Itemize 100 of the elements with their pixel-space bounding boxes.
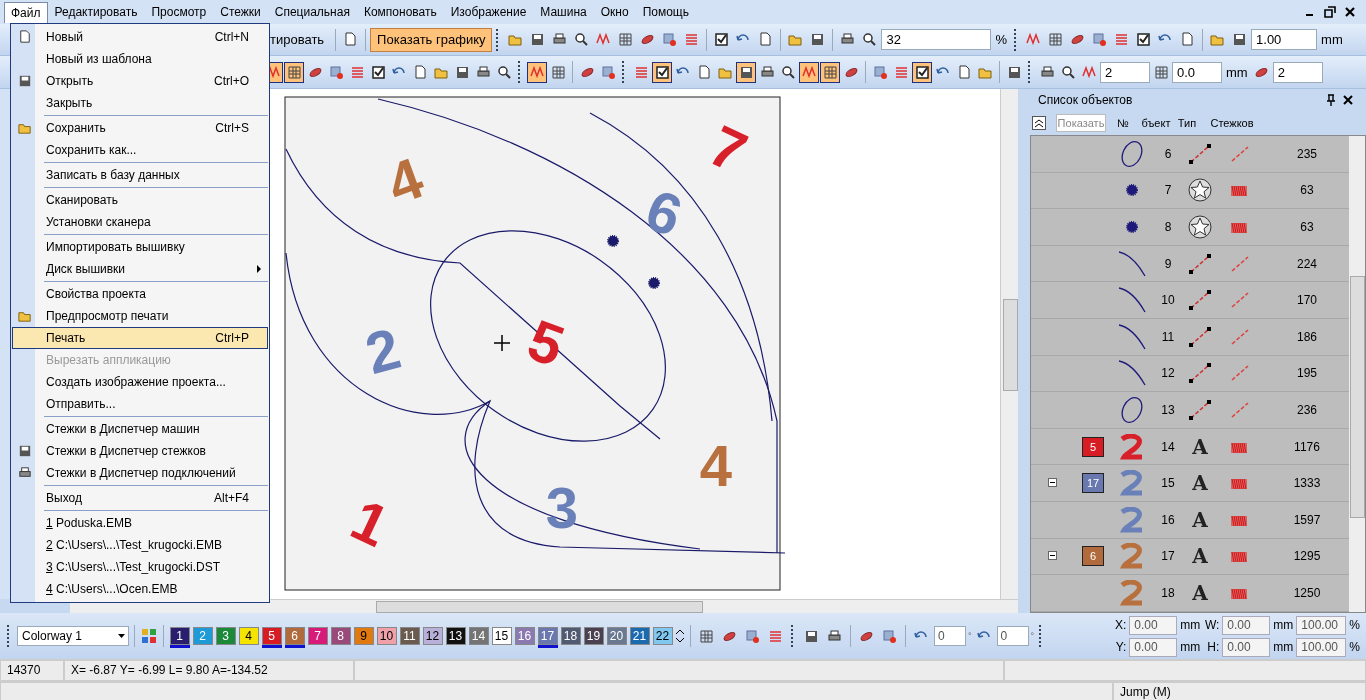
color-chip: 6 <box>1082 546 1104 567</box>
menu-item[interactable]: Записать в базу данных <box>12 164 268 186</box>
column-header[interactable]: бъект <box>1140 117 1172 129</box>
column-header[interactable]: № <box>1106 117 1140 129</box>
color-swatch[interactable]: 7 <box>307 627 328 645</box>
zigzag-icon[interactable] <box>799 61 819 83</box>
running-stitch-icon <box>1230 400 1250 419</box>
menu-item[interactable]: Сохранить Ctrl+S <box>12 117 268 139</box>
menu-item[interactable]: Выход Alt+F4 <box>12 487 268 509</box>
menu-item[interactable]: Окно <box>593 1 636 23</box>
angle-field[interactable]: 0 <box>934 626 966 646</box>
horizontal-scrollbar[interactable] <box>70 599 1018 613</box>
color-swatch[interactable]: 11 <box>399 627 420 645</box>
color-swatch[interactable]: 16 <box>514 627 535 645</box>
color-swatch[interactable]: 17 <box>537 627 558 645</box>
column-header[interactable]: Тип <box>1172 117 1202 129</box>
menu-item[interactable]: Стежки в Диспетчер подключений <box>12 462 268 484</box>
dropdown-caret-icon[interactable] <box>117 633 126 639</box>
toolbar-button[interactable]: Показать графику <box>370 27 493 52</box>
menu-item[interactable]: 3 C:\Users\...\Test_krugocki.DST <box>12 556 268 578</box>
color-swatch[interactable]: 18 <box>560 627 581 645</box>
menu-item[interactable]: Редактировать <box>47 1 145 23</box>
grid-icon[interactable] <box>284 61 304 83</box>
color-swatch[interactable]: 6 <box>284 627 305 645</box>
menu-item[interactable]: Просмотр <box>144 1 214 23</box>
object-number: 15 <box>1161 476 1175 491</box>
menu-item[interactable]: Создать изображение проекта... <box>12 371 268 393</box>
menu-item[interactable]: Диск вышивки <box>12 258 268 280</box>
scale-field[interactable]: 100.00 <box>1296 615 1347 635</box>
menu-item[interactable]: Специальная <box>267 1 357 23</box>
color-swatch[interactable]: 12 <box>422 627 443 645</box>
color-swatch[interactable]: 8 <box>330 627 351 645</box>
close-icon[interactable] <box>1342 94 1354 106</box>
color-swatch[interactable]: 5 <box>261 627 282 645</box>
menu-item[interactable]: Стежки в Диспетчер машин <box>12 418 268 440</box>
crosshair-cursor-icon <box>492 334 511 352</box>
checkbox-icon[interactable] <box>652 61 672 83</box>
zigzag-icon[interactable] <box>527 61 547 83</box>
color-swatch[interactable]: 1 <box>169 627 190 645</box>
spinner-icon[interactable] <box>675 627 685 645</box>
color-swatch[interactable]: 10 <box>376 627 397 645</box>
color-swatch[interactable]: 21 <box>629 627 650 645</box>
menu-item[interactable]: Свойства проекта <box>12 283 268 305</box>
menu-item[interactable]: Импортировать вышивку <box>12 236 268 258</box>
collapse-icon[interactable] <box>1047 551 1057 561</box>
position-field[interactable]: 0.00 <box>1129 615 1178 635</box>
unit-label: mm <box>1225 64 1249 80</box>
color-swatch[interactable]: 14 <box>468 627 489 645</box>
menu-item[interactable]: 4 C:\Users\...\Ocen.EMB <box>12 578 268 600</box>
pin-icon[interactable] <box>1326 94 1336 106</box>
size-field[interactable]: 0.00 <box>1222 615 1271 635</box>
stitch-count: 1250 <box>1293 585 1321 600</box>
color-swatch[interactable]: 20 <box>606 627 627 645</box>
menu-item[interactable]: Отправить... <box>12 393 268 415</box>
angle-field[interactable]: 0 <box>996 626 1029 646</box>
color-swatch[interactable]: 4 <box>238 627 259 645</box>
zoom-combo-field[interactable]: 32 <box>881 29 992 50</box>
collapse-icon[interactable] <box>1047 478 1057 488</box>
menu-item[interactable]: Печать Ctrl+P <box>12 327 268 349</box>
spin-field[interactable]: 1.00 <box>1251 29 1318 50</box>
menu-item[interactable]: Файл <box>4 1 48 23</box>
color-swatch[interactable]: 13 <box>445 627 466 645</box>
spin-field[interactable]: 2 <box>1272 61 1323 83</box>
checkbox-icon[interactable] <box>912 61 932 83</box>
color-swatch[interactable]: 3 <box>215 627 236 645</box>
menu-item[interactable]: Стежки <box>213 1 268 23</box>
object-number: 11 <box>1161 329 1175 344</box>
list-scrollbar[interactable] <box>1349 136 1365 612</box>
close-icon[interactable] <box>1344 6 1356 18</box>
menu-item[interactable]: Компоновать <box>356 1 444 23</box>
menu-item[interactable]: Установки сканера <box>12 211 268 233</box>
color-swatch[interactable]: 22 <box>652 627 673 645</box>
column-header[interactable]: Стежков <box>1202 117 1262 129</box>
color-swatch[interactable]: 19 <box>583 627 604 645</box>
restore-icon[interactable] <box>1324 6 1336 18</box>
spin-field[interactable]: 0.0 <box>1172 61 1222 83</box>
spin-field[interactable]: 2 <box>1100 61 1150 83</box>
menu-item[interactable]: Сканировать <box>12 189 268 211</box>
position-field[interactable]: 0.00 <box>1129 637 1178 657</box>
menu-item[interactable]: 2 C:\Users\...\Test_krugocki.EMB <box>12 534 268 556</box>
menu-item[interactable]: Открыть Ctrl+O <box>12 70 268 92</box>
size-field[interactable]: 0.00 <box>1222 637 1271 657</box>
running-stitch-icon <box>1188 252 1212 275</box>
menu-item[interactable]: Стежки в Диспетчер стежков <box>12 440 268 462</box>
degree-label: ° <box>968 631 972 641</box>
color-swatch[interactable]: 9 <box>353 627 374 645</box>
menu-item[interactable]: Закрыть <box>12 92 268 114</box>
scale-field[interactable]: 100.00 <box>1296 637 1347 657</box>
menu-item[interactable]: Сохранить как... <box>12 139 268 161</box>
show-button[interactable]: Показать <box>1056 114 1106 132</box>
color-swatch[interactable]: 15 <box>491 627 512 645</box>
menu-item[interactable]: Предпросмотр печати <box>12 305 268 327</box>
grid-icon[interactable] <box>820 61 840 83</box>
palette-icon[interactable] <box>140 627 158 645</box>
colorway-dropdown[interactable]: Colorway 1 <box>17 626 129 646</box>
menu-item[interactable]: Помощь <box>635 1 696 23</box>
menu-item[interactable]: Изображение <box>443 1 534 23</box>
collapse-all-icon[interactable] <box>1032 116 1046 130</box>
menu-item[interactable]: Машина <box>533 1 594 23</box>
menu-item[interactable]: 1 Poduska.EMB <box>12 512 268 534</box>
